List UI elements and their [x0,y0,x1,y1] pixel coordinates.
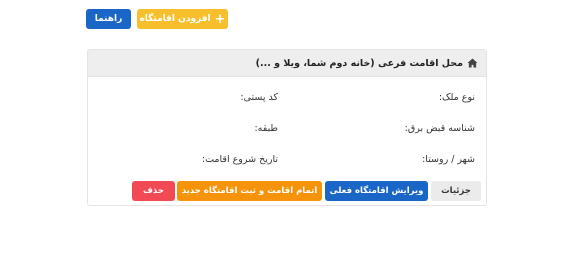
add-accommodation-label: افزودن اقامتگاه [139,14,211,24]
edit-accommodation-button[interactable]: ویرایش اقامتگاه فعلی [325,181,428,201]
plus-icon: + [214,11,226,27]
start-date-label: تاریخ شروع اقامت: [201,154,278,165]
floor-label: طبقه: [254,123,278,134]
guide-button[interactable]: راهنما [86,9,131,29]
card-header: محل اقامت فرعی (خانه دوم شما، ویلا و ...… [88,50,486,77]
card-title: محل اقامت فرعی (خانه دوم شما، ویلا و ...… [255,57,463,69]
home-icon [467,58,478,68]
finish-residence-button[interactable]: اتمام اقامت و ثبت اقامتگاه جدید [177,181,322,201]
delete-button[interactable]: حذف [132,181,175,201]
property-type-label: نوع ملک: [438,92,475,103]
postal-code-label: کد پستی: [240,92,278,103]
city-village-label: شهر / روستا: [422,154,475,165]
residence-card: محل اقامت فرعی (خانه دوم شما، ویلا و ...… [87,49,487,206]
add-accommodation-button[interactable]: + افزودن اقامتگاه [137,9,228,29]
electricity-bill-id-label: شناسه قبض برق: [404,123,475,134]
details-button[interactable]: جزئیات [431,181,481,201]
